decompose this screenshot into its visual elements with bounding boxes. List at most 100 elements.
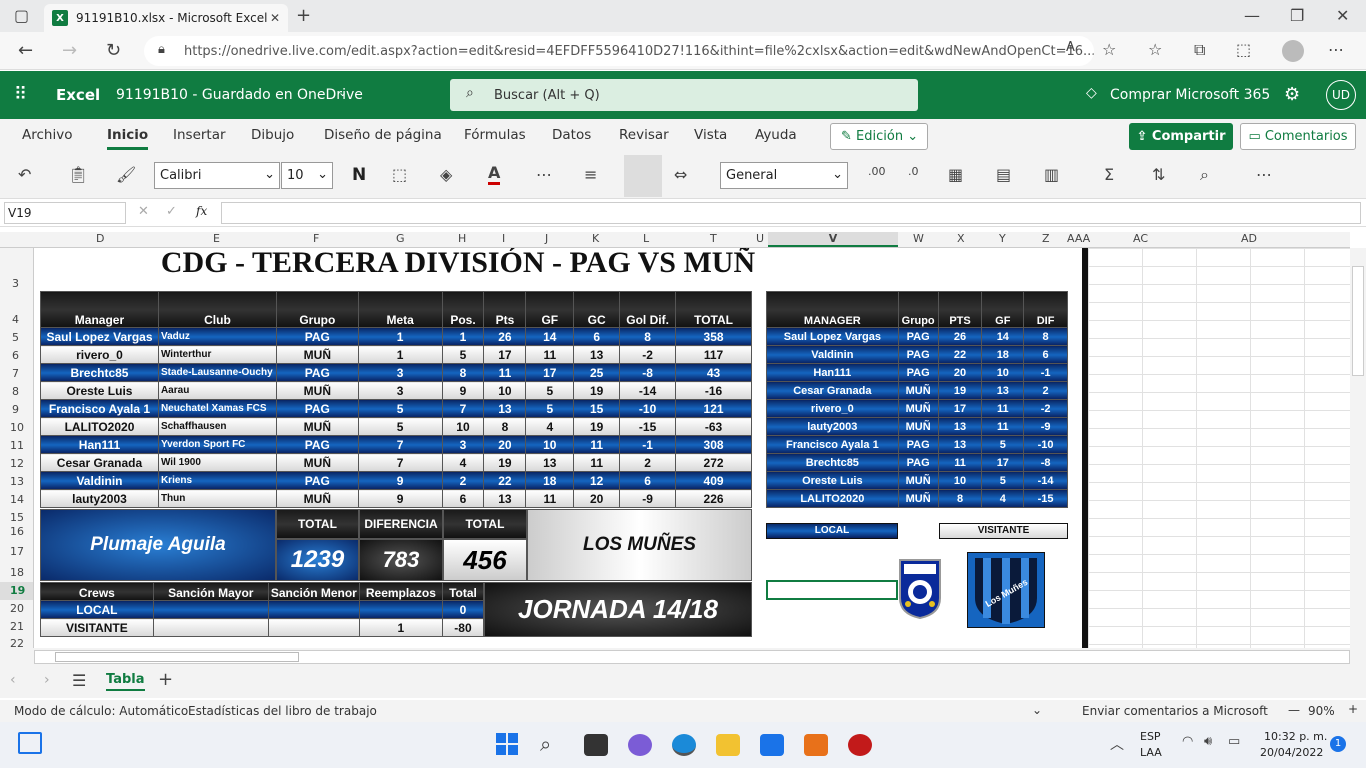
lang-region[interactable]: LAA (1140, 746, 1162, 759)
table-cell[interactable]: Brechtc85 (40, 363, 159, 382)
table-cell[interactable]: 272 (675, 453, 752, 472)
close-window-icon[interactable]: ✕ (1336, 6, 1349, 25)
increase-decimal-icon[interactable]: .00 (868, 165, 886, 178)
table-cell[interactable]: 13 (937, 417, 983, 436)
table-cell[interactable]: PAG (897, 363, 939, 382)
table-cell[interactable]: 1 (358, 618, 443, 637)
lang-code[interactable]: ESP (1140, 730, 1161, 743)
row-header[interactable]: 13 (10, 475, 24, 488)
table-cell[interactable]: 121 (675, 399, 752, 418)
forward-icon[interactable]: → (62, 40, 77, 61)
table-cell[interactable]: 13 (937, 435, 983, 454)
table-cell[interactable]: 15 (573, 399, 621, 418)
read-aloud-icon[interactable]: A (1066, 40, 1075, 55)
font-color-icon[interactable]: A (488, 163, 501, 185)
table-cell[interactable]: 1 (441, 327, 485, 346)
table-cell[interactable]: 11 (525, 489, 575, 508)
enter-icon[interactable]: ✓ (166, 204, 177, 219)
row-header[interactable]: 6 (12, 349, 19, 362)
minimize-icon[interactable]: — (1244, 6, 1260, 25)
row-header[interactable]: 7 (12, 367, 19, 380)
table-cell[interactable]: Cesar Granada (40, 453, 159, 472)
table-cell[interactable]: 1 (357, 327, 443, 346)
col-f[interactable]: F (313, 232, 319, 245)
table-cell[interactable]: Francisco Ayala 1 (40, 399, 159, 418)
table-cell[interactable]: 17 (525, 363, 575, 382)
table-cell[interactable]: 6 (1023, 345, 1068, 364)
table-cell[interactable]: Brechtc85 (766, 453, 899, 472)
table-cell[interactable]: 11 (981, 417, 1025, 436)
table-cell[interactable] (267, 600, 360, 619)
more-options-icon[interactable]: ⋯ (1256, 165, 1272, 184)
table-cell[interactable]: Han111 (40, 435, 159, 454)
wifi-icon[interactable]: ◠ (1182, 734, 1193, 749)
cancel-icon[interactable]: ✕ (138, 204, 149, 219)
table-cell[interactable]: 226 (675, 489, 752, 508)
col-l[interactable]: L (643, 232, 649, 245)
table-cell[interactable]: 12 (573, 471, 621, 490)
decrease-decimal-icon[interactable]: .0 (908, 165, 919, 178)
close-tab-icon[interactable]: ✕ (270, 11, 280, 25)
table-cell[interactable]: -9 (619, 489, 677, 508)
table-cell[interactable]: 10 (441, 417, 485, 436)
back-icon[interactable]: ← (18, 40, 33, 61)
table-cell[interactable]: MUÑ (897, 417, 939, 436)
zoom-in-icon[interactable]: + (1348, 702, 1358, 716)
table-cell[interactable]: Han111 (766, 363, 899, 382)
row-header[interactable]: 9 (12, 403, 19, 416)
table-cell[interactable]: MUÑ (897, 381, 939, 400)
doc-title[interactable]: 91191B10 - Guardado en OneDrive (116, 87, 363, 103)
table-cell[interactable]: 10 (483, 381, 527, 400)
number-format-select[interactable]: General ⌄ (720, 162, 848, 189)
table-cell[interactable]: -1 (1023, 363, 1068, 382)
col-d[interactable]: D (96, 232, 104, 245)
table-cell[interactable]: 20 (937, 363, 983, 382)
row-header-selected[interactable]: 19 (0, 582, 33, 600)
col-y[interactable]: Y (999, 232, 1006, 245)
table-cell[interactable]: Thun (157, 489, 277, 508)
table-cell[interactable]: MUÑ (897, 399, 939, 418)
table-cell[interactable]: -1 (619, 435, 677, 454)
merge-icon[interactable]: ⇔ (674, 165, 687, 184)
table-cell[interactable]: 5 (981, 471, 1025, 490)
table-cell[interactable]: 5 (357, 417, 443, 436)
refresh-icon[interactable]: ↻ (106, 40, 121, 61)
table-cell[interactable]: 19 (937, 381, 983, 400)
autosum-icon[interactable]: Σ (1104, 165, 1114, 184)
format-painter-icon[interactable]: 🖌︎ (116, 165, 136, 184)
table-cell[interactable]: 19 (483, 453, 527, 472)
table-cell[interactable]: 4 (525, 417, 575, 436)
row-header[interactable]: 21 (10, 620, 24, 633)
table-cell[interactable]: 20 (573, 489, 621, 508)
selected-cell[interactable] (766, 580, 898, 600)
table-cell[interactable]: -2 (1023, 399, 1068, 418)
table-cell[interactable]: PAG (275, 471, 359, 490)
row-header[interactable]: 15 (10, 511, 24, 524)
col-z[interactable]: Z (1042, 232, 1050, 245)
table-cell[interactable]: 13 (573, 345, 621, 364)
tray-overflow-icon[interactable]: ︿ (1110, 734, 1124, 754)
font-size-select[interactable]: 10 ⌄ (281, 162, 333, 189)
table-cell[interactable]: 22 (937, 345, 983, 364)
table-cell[interactable]: 13 (483, 489, 527, 508)
table-cell[interactable]: 8 (937, 489, 983, 508)
chat-icon[interactable] (628, 734, 652, 756)
table-cell[interactable]: 1 (357, 345, 443, 364)
scroll-thumb[interactable] (1352, 266, 1364, 376)
table-cell[interactable]: 0 (441, 600, 485, 619)
table-cell[interactable]: -16 (675, 381, 752, 400)
tab-dibujo[interactable]: Dibujo (251, 127, 294, 143)
table-cell[interactable]: MUÑ (275, 489, 359, 508)
align-icon[interactable]: ≡ (584, 165, 597, 184)
table-cell[interactable]: 4 (981, 489, 1025, 508)
row-header[interactable]: 10 (10, 421, 24, 434)
table-cell[interactable]: Francisco Ayala 1 (766, 435, 899, 454)
table-cell[interactable]: Winterthur (157, 345, 277, 364)
table-cell[interactable]: PAG (897, 345, 939, 364)
table-cell[interactable]: 19 (573, 381, 621, 400)
table-cell[interactable]: LALITO2020 (766, 489, 899, 508)
buy-link[interactable]: Comprar Microsoft 365 (1110, 87, 1270, 103)
table-cell[interactable]: Neuchatel Xamas FCS (157, 399, 277, 418)
bold-button[interactable]: N (352, 165, 366, 185)
table-cell[interactable]: PAG (275, 399, 359, 418)
